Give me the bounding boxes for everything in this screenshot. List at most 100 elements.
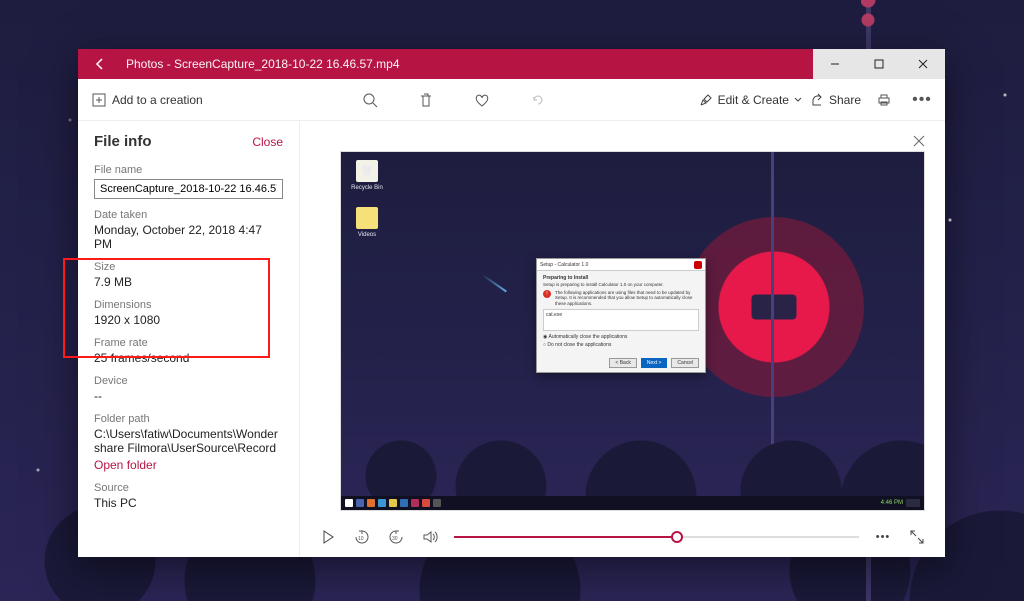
maximize-button[interactable] (857, 49, 901, 79)
share-label: Share (829, 93, 861, 107)
more-icon[interactable]: ••• (907, 85, 937, 115)
folder-value: C:\Users\fatiw\Documents\Wondershare Fil… (94, 427, 283, 455)
toolbar: Add to a creation Edit & Create Share ••… (78, 79, 945, 121)
tray-icon (906, 499, 920, 507)
date-label: Date taken (94, 209, 283, 221)
video-preview-area: 🗑 Recycle Bin Videos Setup - Calculator … (300, 121, 945, 517)
device-label: Device (94, 375, 283, 387)
titlebar: Photos - ScreenCapture_2018-10-22 16.46.… (78, 49, 945, 79)
seek-progress (454, 536, 677, 538)
installer-app-icon (694, 261, 702, 269)
installer-list-item: cat.exe (544, 310, 698, 320)
folder-label: Folder path (94, 413, 283, 425)
installer-titlebar: Setup - Calculator 1.0 (537, 259, 705, 271)
play-button[interactable] (318, 527, 338, 547)
task-icon (400, 499, 408, 507)
svg-text:10: 10 (358, 536, 364, 542)
task-icon (422, 499, 430, 507)
frame-folder: Videos (349, 207, 385, 238)
frame-recycle-bin: 🗑 Recycle Bin (349, 160, 385, 191)
installer-warning: ! The following applications are using f… (543, 290, 699, 306)
fullscreen-button[interactable] (907, 527, 927, 547)
recycle-bin-label: Recycle Bin (349, 185, 385, 191)
video-frame[interactable]: 🗑 Recycle Bin Videos Setup - Calculator … (340, 151, 925, 511)
task-icon (378, 499, 386, 507)
panel-title: File info (94, 133, 152, 150)
more-playback-button[interactable]: ••• (873, 527, 893, 547)
add-to-creation-button[interactable]: Add to a creation (86, 89, 209, 111)
installer-listbox: cat.exe (543, 309, 699, 331)
installer-back-button: < Back (609, 358, 636, 368)
frame-meteor (481, 274, 507, 293)
minimize-button[interactable] (813, 49, 857, 79)
task-icon (411, 499, 419, 507)
edit-create-label: Edit & Create (718, 93, 789, 107)
framerate-value: 25 frames/second (94, 351, 283, 365)
source-value: This PC (94, 496, 283, 510)
installer-next-button: Next > (641, 358, 668, 368)
source-label: Source (94, 482, 283, 494)
playback-controls: 10 30 ••• (300, 517, 945, 557)
toolbar-right: Edit & Create Share ••• (699, 85, 937, 115)
rewind-10-button[interactable]: 10 (352, 527, 372, 547)
recycle-bin-icon: 🗑 (356, 160, 378, 182)
chevron-down-icon (794, 96, 802, 104)
task-icon (367, 499, 375, 507)
size-value: 7.9 MB (94, 275, 283, 289)
installer-subheading: Setup is preparing to install Calculator… (543, 282, 699, 287)
warning-icon: ! (543, 290, 551, 298)
filename-label: File name (94, 164, 283, 176)
seek-slider[interactable] (454, 536, 859, 538)
back-button[interactable] (78, 49, 122, 79)
svg-text:30: 30 (392, 536, 398, 542)
share-button[interactable]: Share (810, 93, 861, 107)
installer-radio-manual: ○ Do not close the applications (543, 342, 699, 348)
task-icon (356, 499, 364, 507)
window-title: Photos - ScreenCapture_2018-10-22 16.46.… (122, 57, 813, 71)
close-window-button[interactable] (901, 49, 945, 79)
panel-header: File info Close (94, 133, 283, 150)
open-folder-link[interactable]: Open folder (94, 458, 283, 472)
date-value: Monday, October 22, 2018 4:47 PM (94, 223, 283, 251)
frame-clouds (341, 406, 924, 496)
app-body: File info Close File name Date taken Mon… (78, 121, 945, 557)
volume-button[interactable] (420, 527, 440, 547)
delete-icon[interactable] (411, 85, 441, 115)
frame-taskbar: 4:46 PM (341, 496, 924, 510)
filename-input[interactable] (94, 179, 283, 199)
installer-cancel-button: Cancel (671, 358, 699, 368)
frame-installer-dialog: Setup - Calculator 1.0 Preparing to Inst… (536, 258, 706, 373)
folder-label: Videos (349, 232, 385, 238)
window-controls (813, 49, 945, 79)
installer-warning-text: The following applications are using fil… (555, 290, 699, 306)
frame-planet (684, 217, 864, 397)
installer-footer: < Back Next > Cancel (609, 358, 699, 368)
add-to-creation-label: Add to a creation (112, 93, 203, 107)
installer-radio-auto: ◉ Automatically close the applications (543, 334, 699, 340)
task-icon (389, 499, 397, 507)
content-area: 🗑 Recycle Bin Videos Setup - Calculator … (300, 121, 945, 557)
forward-30-button[interactable]: 30 (386, 527, 406, 547)
folder-icon (356, 207, 378, 229)
task-icon (433, 499, 441, 507)
edit-create-button[interactable]: Edit & Create (699, 93, 802, 107)
frame-clock: 4:46 PM (881, 500, 903, 506)
seek-thumb[interactable] (671, 531, 683, 543)
dimensions-label: Dimensions (94, 299, 283, 311)
content-close-icon[interactable] (907, 129, 931, 153)
print-icon[interactable] (869, 85, 899, 115)
zoom-icon[interactable] (355, 85, 385, 115)
dimensions-value: 1920 x 1080 (94, 313, 283, 327)
framerate-label: Frame rate (94, 337, 283, 349)
file-info-panel: File info Close File name Date taken Mon… (78, 121, 300, 557)
size-label: Size (94, 261, 283, 273)
installer-title: Setup - Calculator 1.0 (540, 262, 588, 268)
start-icon (345, 499, 353, 507)
device-value: -- (94, 389, 283, 403)
panel-close-link[interactable]: Close (252, 135, 283, 149)
toolbar-center (209, 85, 699, 115)
favorite-icon[interactable] (467, 85, 497, 115)
installer-heading: Preparing to Install (543, 275, 588, 281)
photos-app-window: Photos - ScreenCapture_2018-10-22 16.46.… (78, 49, 945, 557)
rotate-icon[interactable] (523, 85, 553, 115)
